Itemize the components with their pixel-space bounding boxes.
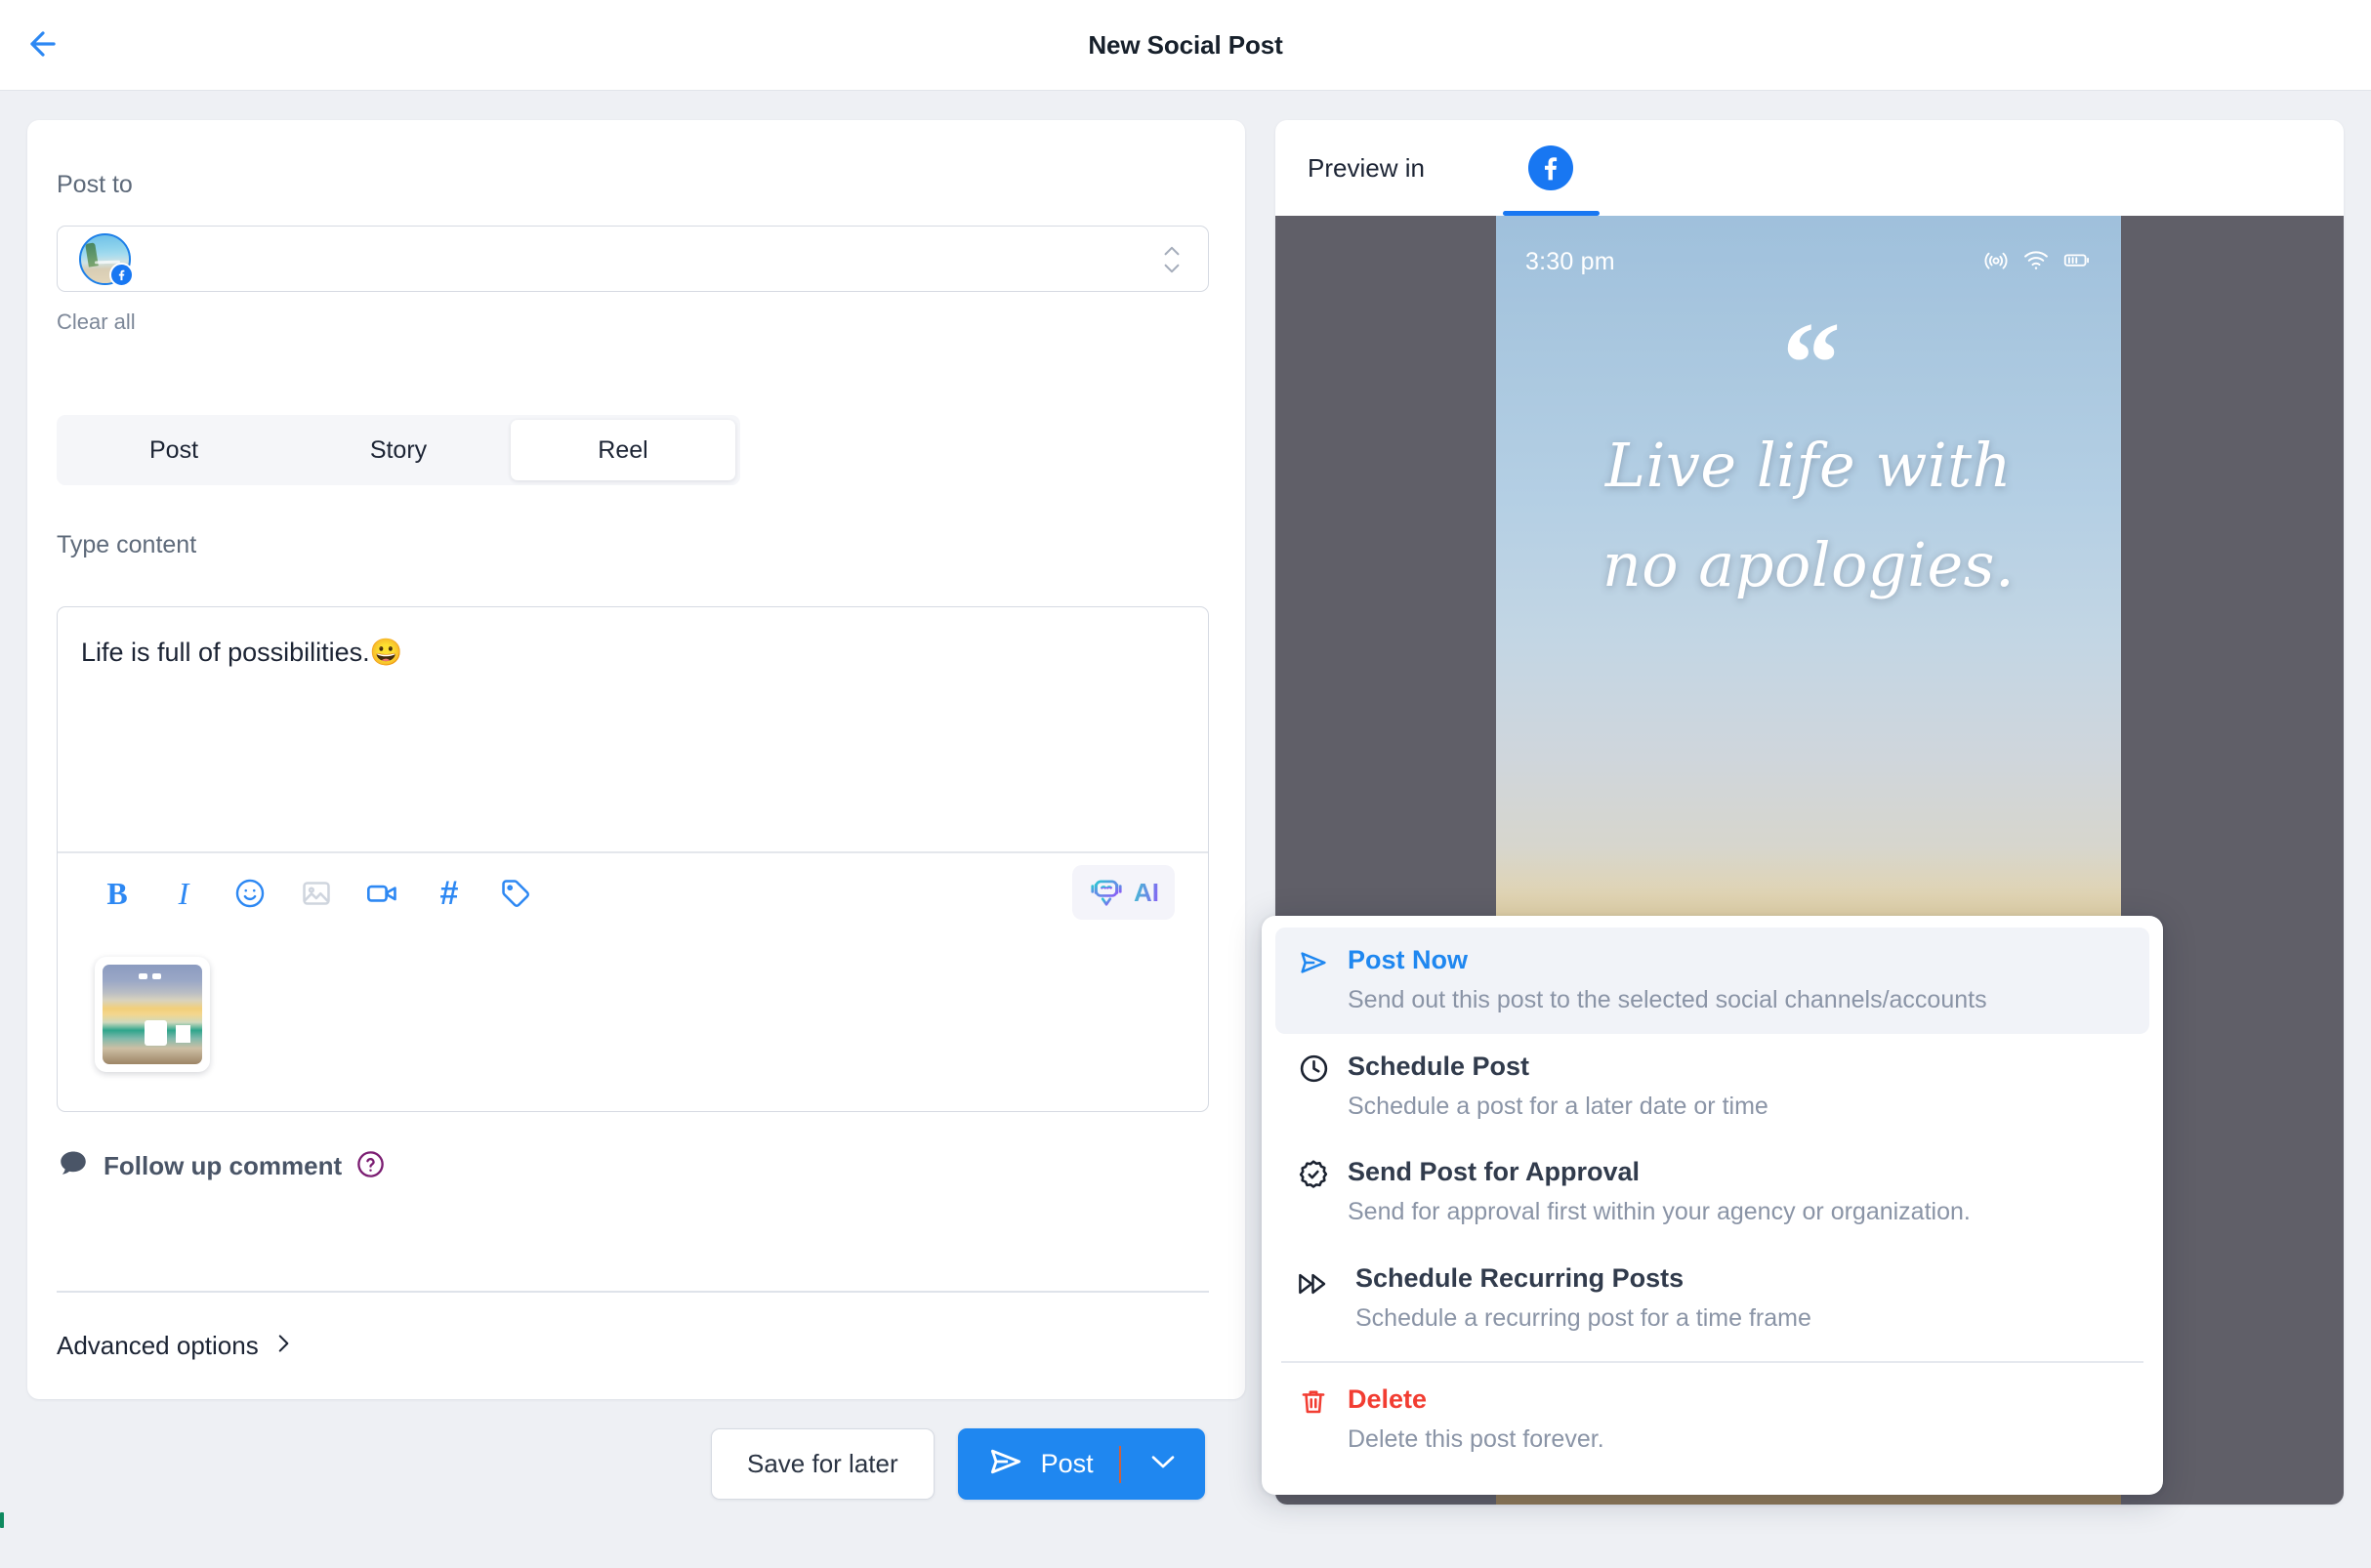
app-header: New Social Post	[0, 0, 2371, 91]
edge-indicator	[0, 1512, 4, 1528]
content-editor[interactable]: Life is full of possibilities.😀 B I # AI	[57, 606, 1209, 1112]
post-button-label: Post	[1040, 1449, 1094, 1478]
status-icons	[1982, 246, 2092, 278]
follow-up-comment-label: Follow up comment	[104, 1151, 343, 1180]
comment-bubble-icon	[57, 1147, 90, 1185]
italic-icon[interactable]: I	[161, 871, 206, 916]
hashtag-icon[interactable]: #	[427, 871, 472, 916]
chevron-down-icon	[1148, 1452, 1178, 1476]
menu-item-desc: Send for approval first within your agen…	[1348, 1198, 1971, 1226]
menu-item-title: Send Post for Approval	[1348, 1157, 1641, 1187]
video-icon[interactable]	[360, 871, 405, 916]
clock-icon	[1297, 1052, 1330, 1086]
type-content-label: Type content	[57, 531, 197, 558]
menu-item-send-for-approval[interactable]: Send Post for Approval Send for approval…	[1275, 1139, 2149, 1246]
editor-toolbar: B I #	[58, 853, 1208, 933]
advanced-options-row[interactable]: Advanced options	[57, 1331, 294, 1361]
menu-divider	[1281, 1361, 2143, 1363]
advanced-options-label: Advanced options	[57, 1331, 259, 1360]
footer-actions: Save for later Post	[711, 1428, 1205, 1500]
wifi-icon	[2022, 246, 2050, 278]
quote-overlay: “ Live life with no apologies.	[1496, 298, 2121, 603]
cellular-icon	[1982, 246, 2010, 278]
menu-item-delete[interactable]: Delete Delete this post forever.	[1275, 1367, 2149, 1473]
facebook-icon	[109, 263, 134, 287]
attachment-thumbnail[interactable]	[95, 957, 210, 1072]
quote-line-1: Live life with	[1604, 430, 2013, 502]
post-options-menu: Post Now Send out this post to the selec…	[1262, 916, 2163, 1495]
menu-item-post-now[interactable]: Post Now Send out this post to the selec…	[1275, 928, 2149, 1034]
post-to-label: Post to	[57, 171, 133, 198]
editor-text-value[interactable]: Life is full of possibilities.😀	[81, 635, 1185, 670]
preview-header: Preview in	[1275, 120, 2344, 216]
divider	[57, 1291, 1209, 1293]
ai-button-label: AI	[1134, 877, 1159, 907]
beach-sunset-thumbnail	[103, 965, 202, 1064]
tab-facebook[interactable]	[1495, 120, 1607, 216]
menu-item-title: Post Now	[1348, 945, 1469, 974]
segment-reel[interactable]: Reel	[511, 420, 735, 480]
post-split-button: Post	[957, 1428, 1205, 1500]
tag-icon[interactable]	[493, 871, 538, 916]
menu-item-title: Schedule Post	[1348, 1051, 1530, 1081]
menu-item-schedule-post[interactable]: Schedule Post Schedule a post for a late…	[1275, 1034, 2149, 1140]
menu-item-desc: Delete this post forever.	[1348, 1424, 1604, 1453]
preview-in-label: Preview in	[1308, 152, 1425, 183]
menu-item-title: Delete	[1348, 1383, 1428, 1414]
follow-up-comment-row[interactable]: Follow up comment	[57, 1147, 386, 1185]
editor-emoji: 😀	[369, 638, 403, 667]
emoji-icon[interactable]	[228, 871, 272, 916]
ai-assist-button[interactable]: AI	[1072, 865, 1175, 920]
chevron-up-down-icon[interactable]	[1159, 240, 1185, 279]
post-dropdown-toggle[interactable]	[1121, 1428, 1205, 1500]
quote-mark-icon: “	[1782, 298, 1841, 428]
image-icon	[294, 871, 339, 916]
badge-check-icon	[1297, 1158, 1330, 1191]
facebook-icon	[1528, 145, 1574, 190]
menu-item-desc: Schedule a post for a later date or time	[1348, 1092, 1768, 1120]
fast-forward-icon	[1297, 1267, 1330, 1300]
robot-icon	[1088, 873, 1125, 913]
send-icon	[987, 1443, 1024, 1485]
clear-all-link[interactable]: Clear all	[57, 309, 136, 335]
page-title: New Social Post	[1088, 29, 1283, 60]
app-root: New Social Post Post to Clear all Post S…	[0, 0, 2371, 1568]
phone-status-bar: 3:30 pm	[1496, 239, 2121, 284]
trash-icon	[1297, 1385, 1330, 1419]
battery-icon	[2062, 246, 2092, 278]
editor-text-body: Life is full of possibilities.	[81, 638, 370, 667]
segment-post[interactable]: Post	[62, 420, 286, 480]
account-select-field[interactable]	[57, 226, 1209, 292]
menu-item-schedule-recurring[interactable]: Schedule Recurring Posts Schedule a recu…	[1275, 1246, 2149, 1352]
question-mark-icon[interactable]	[355, 1149, 386, 1184]
avatar	[79, 233, 134, 287]
post-type-segmented-control: Post Story Reel	[57, 415, 740, 485]
menu-item-desc: Schedule a recurring post for a time fra…	[1355, 1303, 1811, 1332]
status-time: 3:30 pm	[1525, 247, 1615, 275]
post-button[interactable]: Post	[958, 1428, 1119, 1500]
quote-line-2: no apologies.	[1601, 528, 2016, 600]
chevron-right-icon	[272, 1331, 294, 1361]
save-for-later-button[interactable]: Save for later	[711, 1428, 935, 1500]
menu-item-title: Schedule Recurring Posts	[1355, 1262, 1685, 1293]
send-icon	[1297, 946, 1330, 979]
bold-icon[interactable]: B	[95, 871, 140, 916]
segment-story[interactable]: Story	[286, 420, 511, 480]
menu-item-desc: Send out this post to the selected socia…	[1348, 986, 1987, 1014]
